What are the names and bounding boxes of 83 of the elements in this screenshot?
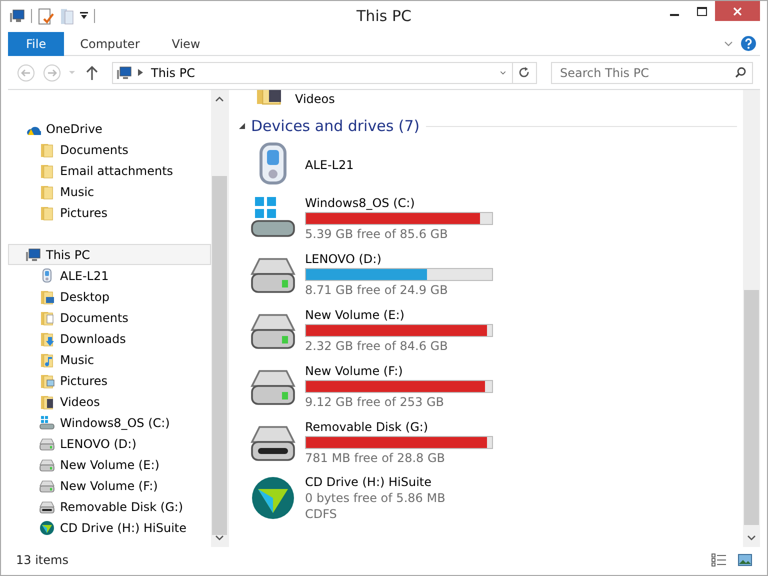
disc-icon <box>249 474 297 522</box>
nav-item[interactable]: ALE-L21 <box>8 265 211 286</box>
close-button[interactable] <box>715 1 760 21</box>
nav-item[interactable]: This PC <box>8 244 211 265</box>
videos-folder-icon <box>39 394 55 410</box>
ribbon-tab[interactable]: View <box>156 32 216 56</box>
address-bar[interactable]: This PC <box>112 62 537 84</box>
search-box[interactable]: Search This PC <box>551 62 753 84</box>
search-icon[interactable] <box>735 67 746 78</box>
scroll-down-icon[interactable] <box>747 535 756 541</box>
computer-icon <box>116 64 132 80</box>
folder-icon <box>39 162 55 178</box>
pictures-folder-icon <box>39 372 55 388</box>
help-icon[interactable] <box>741 36 756 51</box>
free-space-text: 0 bytes free of 5.86 MB <box>305 491 446 505</box>
nav-item[interactable]: LENOVO (D:) <box>8 433 211 454</box>
free-space-text: 9.12 GB free of 253 GB <box>305 394 445 408</box>
expanded-icon[interactable] <box>239 123 245 129</box>
nav-item[interactable]: Windows8_OS (C:) <box>8 412 211 433</box>
nav-item[interactable]: Documents <box>8 307 211 328</box>
properties-icon[interactable] <box>38 8 54 24</box>
drive-name: New Volume (F:) <box>305 364 404 378</box>
free-space-text: 5.39 GB free of 85.6 GB <box>305 226 449 240</box>
desktop-folder-icon <box>39 288 55 304</box>
nav-item[interactable]: Videos <box>8 391 211 412</box>
drive-name: Windows8_OS (C:) <box>305 196 416 210</box>
scroll-down-icon[interactable] <box>215 535 224 541</box>
drive-name: LENOVO (D:) <box>305 252 382 266</box>
nav-item[interactable]: Documents <box>8 139 211 160</box>
folder-icon <box>39 142 55 158</box>
nav-item[interactable]: Music <box>8 181 211 202</box>
free-space-text: 8.71 GB free of 24.9 GB <box>305 282 449 296</box>
drive-icon <box>39 436 55 452</box>
ribbon-tab[interactable]: Computer <box>64 32 156 56</box>
free-space-text: 2.32 GB free of 84.6 GB <box>305 338 449 352</box>
refresh-icon <box>519 66 530 78</box>
dropdown-icon[interactable] <box>80 12 88 20</box>
downloads-folder-icon <box>39 330 55 346</box>
nav-item[interactable]: Downloads <box>8 328 211 349</box>
nav-item[interactable]: New Volume (E:) <box>8 454 211 475</box>
scrollbar[interactable] <box>211 90 228 547</box>
drive-icon <box>39 456 55 472</box>
nav-item[interactable]: CD Drive (H:) HiSuite <box>8 517 211 538</box>
chevron-down-icon <box>500 70 506 76</box>
ribbon-tab[interactable]: File <box>8 32 64 56</box>
path-text: This PC <box>151 66 195 80</box>
close-icon <box>733 6 742 16</box>
group-title: Devices and drives (7) <box>251 117 420 135</box>
drive-icon <box>39 414 55 430</box>
nav-item[interactable]: Pictures <box>8 370 211 391</box>
documents-folder-icon <box>39 310 55 326</box>
nav-item[interactable]: Desktop <box>8 286 211 307</box>
scroll-up-icon[interactable] <box>215 96 224 102</box>
drive-icon <box>39 478 55 494</box>
free-space-text: 781 MB free of 28.8 GB <box>305 450 446 464</box>
item-count: 13 items <box>16 553 68 567</box>
computer-icon[interactable] <box>9 9 25 23</box>
nav-item[interactable]: New Volume (F:) <box>8 475 211 496</box>
item-label: Videos <box>295 92 335 106</box>
drive-icon <box>39 498 55 514</box>
nav-item[interactable]: Removable Disk (G:) <box>8 496 211 517</box>
disc-icon <box>39 520 55 536</box>
music-folder-icon <box>39 352 55 368</box>
chevron-right-icon[interactable] <box>138 69 143 76</box>
computer-icon <box>25 246 41 262</box>
details-view-button[interactable] <box>710 552 728 568</box>
file-system-text: CDFS <box>305 507 338 521</box>
drive-name: CD Drive (H:) HiSuite <box>305 475 432 489</box>
drive-name: New Volume (E:) <box>305 308 406 322</box>
folder-icon <box>39 204 55 220</box>
scrollbar[interactable] <box>743 90 760 547</box>
chevron-down-icon[interactable] <box>724 40 733 46</box>
folder-icon <box>39 184 55 200</box>
drive-name: ALE-L21 <box>305 158 354 172</box>
minimize-icon <box>670 14 679 16</box>
nav-item[interactable]: Music <box>8 349 211 370</box>
nav-item[interactable]: Email attachments <box>8 160 211 181</box>
nav-item[interactable]: OneDrive <box>8 118 211 139</box>
nav-item[interactable]: Pictures <box>8 202 211 223</box>
maximize-icon <box>696 6 706 16</box>
large-icons-view-button[interactable] <box>736 552 754 568</box>
window-title: This PC <box>356 7 412 25</box>
drive-name: Removable Disk (G:) <box>305 420 430 434</box>
